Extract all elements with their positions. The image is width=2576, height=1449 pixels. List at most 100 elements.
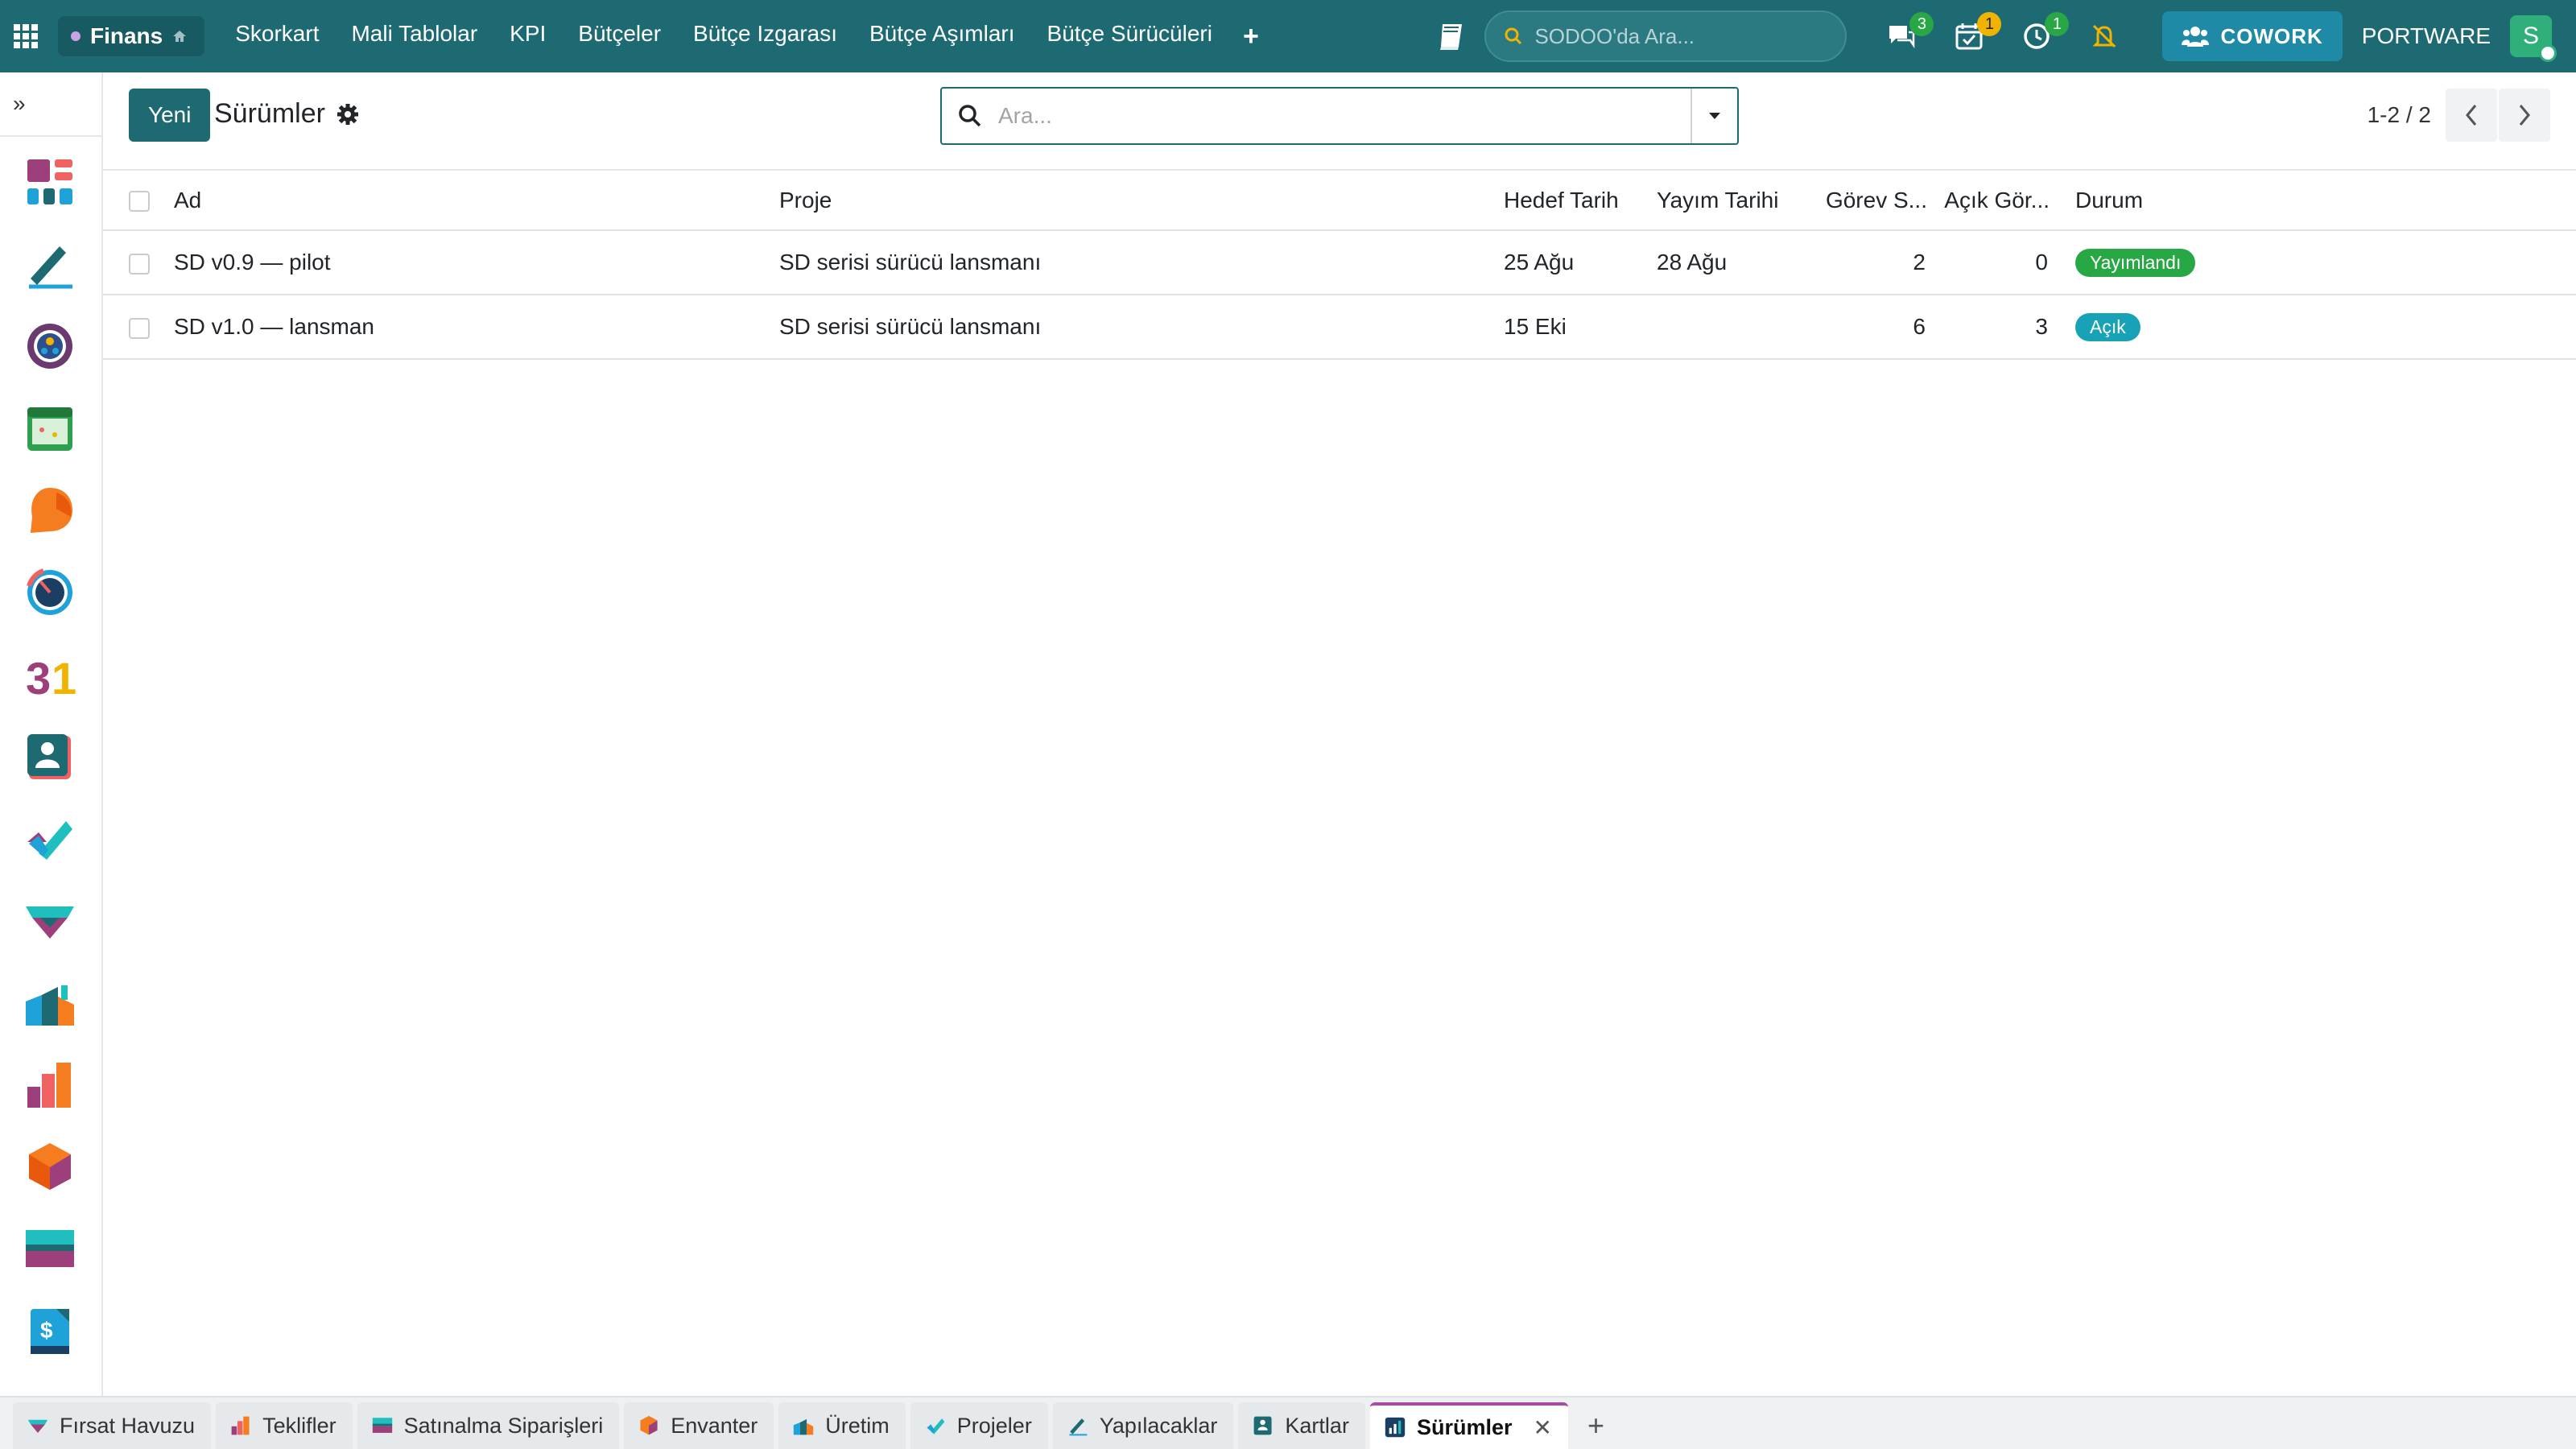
checkmark-icon[interactable]	[24, 813, 76, 865]
pager: 1-2 / 2	[2368, 89, 2550, 142]
cell-task-count[interactable]: 2	[1810, 230, 1935, 295]
search-bar	[940, 87, 1739, 145]
tab-envanter[interactable]: Envanter	[624, 1402, 774, 1449]
svg-text:$: $	[40, 1318, 53, 1343]
search-options-toggle[interactable]	[1690, 89, 1737, 143]
column-header-project[interactable]: Proje	[779, 171, 1504, 231]
table-row[interactable]: SD v1.0 — lansman SD serisi sürücü lansm…	[103, 295, 2576, 360]
tab-label: Üretim	[825, 1413, 890, 1438]
factory-icon	[794, 1418, 814, 1435]
app-switcher-finans[interactable]: Finans	[58, 16, 205, 56]
tab-firsat-havuzu[interactable]: Fırsat Havuzu	[13, 1402, 212, 1449]
messages-button[interactable]: 3	[1882, 12, 1934, 56]
company-switcher[interactable]: PORTWARE	[2362, 23, 2491, 49]
cell-status[interactable]: Yayımlandı	[2059, 230, 2576, 295]
column-header-open-tasks[interactable]: Açık Gör...	[1935, 171, 2059, 231]
status-badge: Yayımlandı	[2075, 248, 2196, 277]
cell-name[interactable]: SD v1.0 — lansman	[174, 295, 779, 360]
add-tab-button[interactable]: +	[1573, 1402, 1619, 1449]
tab-uretim[interactable]: Üretim	[778, 1402, 906, 1449]
handshake-icon	[27, 1419, 48, 1433]
activities-button[interactable]: 1	[1950, 12, 2002, 56]
card-icon[interactable]	[24, 1224, 76, 1275]
cube-icon[interactable]	[24, 1141, 76, 1193]
calendar-icon[interactable]	[24, 402, 76, 454]
handshake-icon[interactable]	[24, 895, 76, 947]
tab-projeler[interactable]: Projeler	[910, 1402, 1048, 1449]
cell-open-tasks[interactable]: 0	[1935, 230, 2059, 295]
row-checkbox[interactable]	[129, 317, 150, 339]
search-icon	[1505, 27, 1522, 45]
invoice-icon[interactable]: $	[24, 1306, 76, 1357]
gauge-icon[interactable]	[24, 567, 76, 618]
pager-previous-button[interactable]	[2446, 89, 2497, 142]
menu-skorkart[interactable]: Skorkart	[219, 21, 335, 52]
cell-project[interactable]: SD serisi sürücü lansmanı	[779, 295, 1504, 360]
cell-status[interactable]: Açık	[2059, 295, 2576, 360]
tab-teklifler[interactable]: Teklifler	[216, 1402, 353, 1449]
cell-target-date[interactable]: 25 Ağu	[1504, 230, 1657, 295]
cell-project[interactable]: SD serisi sürücü lansmanı	[779, 230, 1504, 295]
menu-butce-asimlari[interactable]: Bütçe Aşımları	[853, 21, 1031, 52]
menu-butceler[interactable]: Bütçeler	[562, 21, 677, 52]
chevron-right-icon	[2519, 105, 2530, 126]
column-header-status[interactable]: Durum	[2059, 171, 2576, 231]
select-all-checkbox[interactable]	[129, 191, 150, 213]
close-tab-icon[interactable]: ✕	[1533, 1414, 1551, 1441]
cell-release-date[interactable]	[1657, 295, 1810, 360]
column-header-release-date[interactable]: Yayım Tarihi	[1657, 171, 1810, 231]
cowork-button[interactable]: COWORK	[2162, 11, 2343, 61]
search-icon	[942, 104, 998, 128]
menu-mali-tablolar[interactable]: Mali Tablolar	[335, 21, 493, 52]
gear-icon[interactable]	[336, 103, 359, 126]
chat-bubble-icon[interactable]	[24, 485, 76, 536]
pager-next-button[interactable]	[2499, 89, 2550, 142]
pager-value[interactable]: 1-2 / 2	[2368, 102, 2431, 128]
row-select-cell	[103, 295, 174, 360]
user-initial: S	[2522, 23, 2539, 49]
cell-target-date[interactable]: 15 Eki	[1504, 295, 1657, 360]
dashboard-icon[interactable]	[24, 156, 76, 208]
add-menu-icon[interactable]: +	[1228, 21, 1274, 52]
contact-card-icon[interactable]	[24, 731, 76, 782]
cell-name[interactable]: SD v0.9 — pilot	[174, 230, 779, 295]
row-select-cell	[103, 230, 174, 295]
chevron-left-icon	[2466, 105, 2477, 126]
column-header-task-count[interactable]: Görev S...	[1810, 171, 1935, 231]
column-header-name[interactable]: Ad	[174, 171, 779, 231]
cell-open-tasks[interactable]: 3	[1935, 295, 2059, 360]
menu-butce-izgarasi[interactable]: Bütçe Izgarası	[677, 21, 853, 52]
user-avatar[interactable]: S	[2510, 15, 2557, 62]
app-launcher-button[interactable]	[0, 0, 52, 72]
book-icon[interactable]	[1435, 19, 1468, 53]
search-input[interactable]	[998, 89, 1690, 143]
factory-icon[interactable]	[24, 977, 76, 1029]
sidebar-expand-button[interactable]: »	[0, 72, 101, 137]
new-button[interactable]: Yeni	[129, 89, 211, 142]
row-checkbox[interactable]	[129, 253, 150, 275]
cell-task-count[interactable]: 6	[1810, 295, 1935, 360]
team-icon[interactable]	[24, 320, 76, 372]
column-header-target-date[interactable]: Hedef Tarih	[1504, 171, 1657, 231]
releases-table: Ad Proje Hedef Tarih Yayım Tarihi Görev …	[103, 171, 2576, 360]
notifications-muted-button[interactable]	[2085, 17, 2124, 56]
double-chevron-right-icon: »	[13, 91, 26, 116]
tab-satinalma-siparisleri[interactable]: Satınalma Siparişleri	[357, 1402, 620, 1449]
pen-icon[interactable]	[24, 238, 76, 290]
table-row[interactable]: SD v0.9 — pilot SD serisi sürücü lansman…	[103, 230, 2576, 295]
tab-label: Satınalma Siparişleri	[403, 1413, 604, 1438]
pen-icon	[1069, 1418, 1088, 1436]
global-search-input[interactable]: SODOO'da Ara...	[1484, 10, 1847, 62]
tab-yapilacaklar[interactable]: Yapılacaklar	[1052, 1402, 1234, 1449]
menu-butce-suruculeri[interactable]: Bütçe Sürücüleri	[1031, 21, 1228, 52]
cell-release-date[interactable]: 28 Ağu	[1657, 230, 1810, 295]
bar-chart-icon[interactable]	[24, 1059, 76, 1111]
app-name: Finans	[90, 23, 163, 48]
tab-label: Yapılacaklar	[1099, 1413, 1218, 1438]
menu-kpi[interactable]: KPI	[493, 21, 562, 52]
calendar-31-icon[interactable]: 31	[24, 649, 76, 700]
tab-surumler[interactable]: Sürümler ✕	[1369, 1402, 1568, 1449]
tab-label: Fırsat Havuzu	[60, 1413, 196, 1438]
timer-button[interactable]: 1	[2017, 12, 2070, 56]
tab-kartlar[interactable]: Kartlar	[1238, 1402, 1365, 1449]
